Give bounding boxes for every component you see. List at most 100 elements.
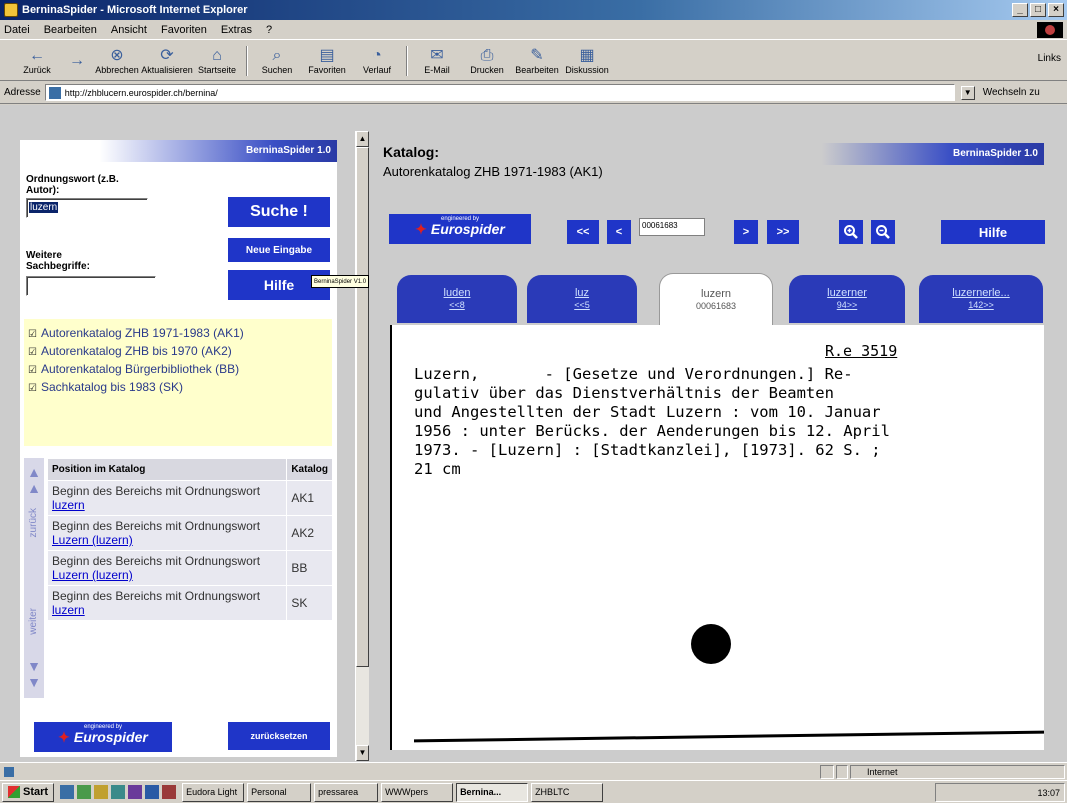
browser-content: BerninaSpider 1.0 Ordnungswort (z.B. Aut…	[0, 105, 1067, 762]
nav-back-label[interactable]: zurück	[28, 508, 39, 537]
home-button[interactable]: ⌂ Startseite	[192, 42, 242, 80]
column-header-position: Position im Katalog	[46, 458, 288, 481]
app-launch-icon[interactable]	[128, 785, 143, 799]
menu-favorites[interactable]: Favoriten	[161, 24, 207, 36]
discuss-icon: ▦	[579, 46, 595, 64]
tab-luzerner[interactable]: luzerner 94>>	[789, 275, 905, 323]
catalog-checkbox-sk[interactable]: ☑ Sachkatalog bis 1983 (SK)	[28, 379, 328, 397]
discuss-button[interactable]: ▦ Diskussion	[562, 42, 612, 80]
brand-label: BerninaSpider 1.0	[952, 148, 1038, 159]
home-icon: ⌂	[212, 46, 222, 64]
position-link[interactable]: Luzern (luzern)	[52, 533, 133, 547]
brand-label: BerninaSpider 1.0	[245, 145, 331, 156]
nav-forward-label[interactable]: weiter	[28, 608, 39, 635]
ie-launch-icon[interactable]	[60, 785, 75, 799]
ordnungswort-label: Ordnungswort (z.B. Autor):	[26, 174, 119, 196]
card-tabs: luden <<8 luz <<5 luzern 00061683 luzern…	[373, 273, 1052, 325]
menu-tools[interactable]: Extras	[221, 24, 252, 36]
position-link[interactable]: luzern	[52, 603, 85, 617]
app-launch-icon[interactable]	[145, 785, 160, 799]
history-icon: ◔	[372, 46, 382, 64]
mail-button[interactable]: ✉ E-Mail	[412, 42, 462, 80]
catalog-cell: AK2	[286, 515, 333, 551]
address-input[interactable]: http://zhblucern.eurospider.ch/bernina/	[44, 84, 955, 101]
links-label[interactable]: Links	[1038, 53, 1061, 64]
prev-card-button[interactable]: <	[607, 220, 631, 244]
quick-launch	[60, 785, 179, 799]
next-card-button[interactable]: >	[734, 220, 758, 244]
stop-icon: ⊗	[110, 46, 124, 64]
app-launch-icon[interactable]	[111, 785, 126, 799]
catalog-checkbox-ak2[interactable]: ☑ Autorenkatalog ZHB bis 1970 (AK2)	[28, 343, 328, 361]
catalog-subtitle: Autorenkatalog ZHB 1971-1983 (AK1)	[383, 164, 603, 179]
sachbegriffe-input[interactable]	[26, 276, 156, 296]
taskbar-item[interactable]: Personal	[247, 782, 312, 802]
tab-luden[interactable]: luden <<8	[397, 275, 517, 323]
search-button-left[interactable]: Suche !	[228, 197, 330, 227]
zoom-out-icon[interactable]	[871, 220, 895, 244]
menu-file[interactable]: Datei	[4, 24, 30, 36]
tab-luzern[interactable]: luzern 00061683	[659, 273, 773, 325]
folder-launch-icon[interactable]	[94, 785, 109, 799]
results-side-nav: ▲ ▲ zurück weiter ▼ ▼	[24, 458, 44, 698]
address-dropdown-icon[interactable]: ▼	[960, 85, 975, 100]
start-button[interactable]: Start	[2, 782, 55, 802]
favorites-button[interactable]: ▤ Favoriten	[302, 42, 352, 80]
menu-help[interactable]: ?	[266, 24, 272, 36]
search-button[interactable]: ⌕ Suchen	[252, 42, 302, 80]
checkbox-checked-icon: ☑	[28, 365, 37, 376]
window-title: BerninaSpider - Microsoft Internet Explo…	[22, 4, 248, 16]
new-entry-button[interactable]: Neue Eingabe	[228, 238, 330, 262]
help-button-right[interactable]: Hilfe	[941, 220, 1045, 244]
last-card-button[interactable]: >>	[767, 220, 799, 244]
tab-luz[interactable]: luz <<5	[527, 275, 637, 323]
eurospider-logo-left[interactable]: engineered by ✦ Eurospider	[34, 722, 172, 752]
edit-icon: ✎	[530, 46, 544, 64]
forward-arrow-icon: →	[69, 51, 85, 69]
maximize-button[interactable]: □	[1030, 3, 1046, 17]
position-link[interactable]: Luzern (luzern)	[52, 568, 133, 582]
refresh-button[interactable]: ⟳ Aktualisieren	[141, 42, 193, 80]
scroll-down-icon[interactable]: ▼	[356, 745, 369, 761]
taskbar-item[interactable]: WWWpers	[381, 782, 454, 802]
back-button[interactable]: ← Zurück	[12, 42, 62, 80]
print-button[interactable]: ⎙ Drucken	[462, 42, 512, 80]
ordnungswort-input[interactable]: luzern	[26, 198, 148, 218]
scroll-back-icon[interactable]: ▲ ▲	[26, 464, 42, 496]
catalog-checkbox-bb[interactable]: ☑ Autorenkatalog Bürgerbibliothek (BB)	[28, 361, 328, 379]
page-icon	[48, 86, 61, 99]
minimize-button[interactable]: _	[1012, 3, 1028, 17]
app-launch-icon[interactable]	[162, 785, 177, 799]
scroll-forward-icon[interactable]: ▼ ▼	[26, 658, 42, 690]
menu-edit[interactable]: Bearbeiten	[44, 24, 97, 36]
position-cell: Beginn des Bereichs mit Ordnungswort Luz…	[46, 515, 288, 551]
edit-button[interactable]: ✎ Bearbeiten	[512, 42, 562, 80]
position-link[interactable]: luzern	[52, 498, 85, 512]
scrollbar-thumb[interactable]	[356, 147, 369, 667]
taskbar-item[interactable]: Eudora Light	[182, 782, 245, 802]
taskbar-item[interactable]: ZHBLTC	[531, 782, 604, 802]
stop-button[interactable]: ⊗ Abbrechen	[92, 42, 142, 80]
taskbar-item[interactable]: pressarea	[314, 782, 379, 802]
toolbar: ← Zurück → ⊗ Abbrechen ⟳ Aktualisieren ⌂ Sta…	[0, 41, 1067, 81]
search-frame: BerninaSpider 1.0 Ordnungswort (z.B. Aut…	[20, 140, 337, 757]
go-button[interactable]: Wechseln zu	[983, 87, 1040, 98]
history-button[interactable]: ◔ Verlauf	[352, 42, 402, 80]
tab-luzernerle[interactable]: luzernerle... 142>>	[919, 275, 1043, 323]
reset-button[interactable]: zurücksetzen	[228, 722, 330, 750]
eurospider-logo-right[interactable]: engineered by ✦ Eurospider	[389, 214, 531, 244]
scroll-up-icon[interactable]: ▲	[356, 131, 369, 147]
catalog-title: Katalog:	[383, 144, 439, 160]
left-frame-scrollbar[interactable]: ▲ ▼	[355, 131, 369, 761]
first-card-button[interactable]: <<	[567, 220, 599, 244]
window-titlebar: BerninaSpider - Microsoft Internet Explo…	[0, 0, 1067, 20]
close-button[interactable]: ×	[1048, 3, 1064, 17]
desktop-launch-icon[interactable]	[77, 785, 92, 799]
catalog-checkbox-ak1[interactable]: ☑ Autorenkatalog ZHB 1971-1983 (AK1)	[28, 325, 328, 343]
zoom-in-icon[interactable]	[839, 220, 863, 244]
position-cell: Beginn des Bereichs mit Ordnungswort Luz…	[46, 550, 288, 586]
taskbar-item-active[interactable]: Bernina...	[456, 782, 529, 802]
card-number-input[interactable]: 00061683	[639, 218, 705, 236]
menu-view[interactable]: Ansicht	[111, 24, 147, 36]
forward-button[interactable]: →	[62, 42, 92, 80]
